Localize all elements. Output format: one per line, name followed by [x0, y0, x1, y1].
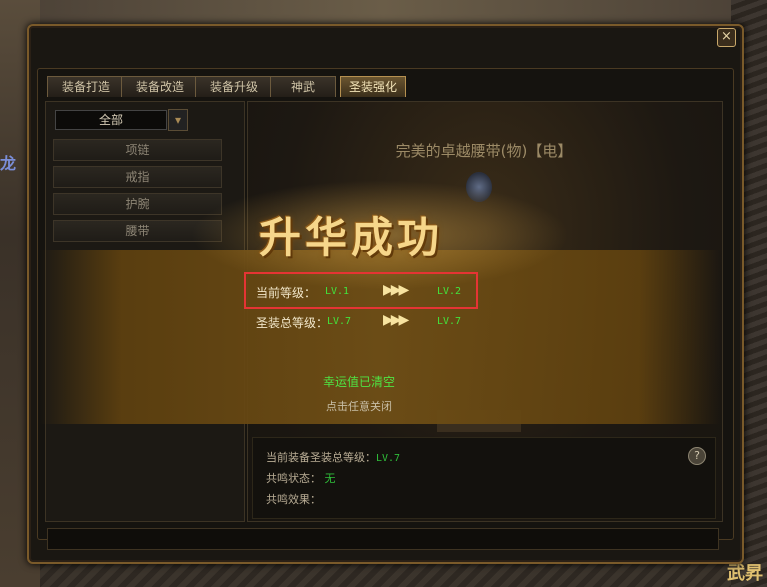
current-level-highlight-box — [244, 272, 478, 309]
set-level-to: LV.7 — [437, 316, 462, 327]
tab-equipment-modify[interactable]: 装备改造 — [121, 76, 199, 97]
category-necklace[interactable]: 项链 — [53, 139, 222, 161]
bottom-status-bar — [47, 528, 719, 550]
item-name: 完美的卓越腰带(物)【电】 — [395, 142, 573, 160]
resonance-status-label: 共鸣状态： — [266, 472, 321, 485]
set-level-arrows-icon: ▶▶▶ — [383, 312, 409, 328]
scene-sign-left: 龙 — [0, 154, 17, 173]
close-button[interactable]: × — [717, 28, 736, 47]
filter-dropdown-icon[interactable]: ▾ — [168, 109, 188, 131]
resonance-effect-label: 共鸣效果： — [266, 493, 321, 506]
tab-divine-weapon[interactable]: 神武 — [270, 76, 336, 97]
set-level-label: 圣装总等级： — [256, 316, 329, 330]
set-level-from: LV.7 — [327, 316, 352, 327]
resonance-status-value: 无 — [324, 472, 336, 485]
tab-equipment-upgrade[interactable]: 装备升级 — [195, 76, 273, 97]
success-title: 升华成功 — [259, 213, 444, 262]
tab-holy-equipment-enhance[interactable]: 圣装强化 — [340, 76, 406, 97]
click-to-close-hint[interactable]: 点击任意关闭 — [246, 398, 472, 414]
resonance-status-line: 共鸣状态： 无 — [266, 470, 336, 486]
set-total-level-label: 当前装备圣装总等级： — [266, 451, 376, 464]
luck-cleared-message: 幸运值已清空 — [322, 375, 395, 389]
set-total-level-value: LV.7 — [376, 453, 401, 464]
set-total-level-line: 当前装备圣装总等级：LV.7 — [266, 449, 400, 465]
tab-equipment-forge[interactable]: 装备打造 — [47, 76, 125, 97]
help-icon[interactable]: ? — [688, 447, 706, 465]
category-filter-select[interactable]: 全部 — [55, 110, 167, 130]
